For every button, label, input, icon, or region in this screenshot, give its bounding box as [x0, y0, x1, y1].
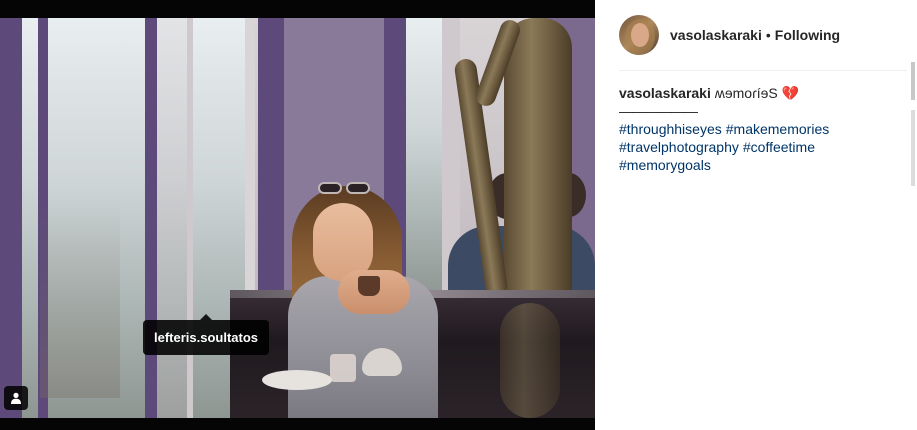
- hashtag-link[interactable]: #throughhiseyes: [619, 121, 722, 137]
- table-reflection: [500, 303, 560, 418]
- sunglasses: [318, 182, 372, 196]
- saucer: [262, 370, 332, 390]
- reflection: [40, 198, 120, 398]
- hashtag-list: #throughhiseyes #makememories #travelphot…: [619, 120, 905, 174]
- user-tag-tooltip[interactable]: lefteris.soultatos: [143, 314, 270, 355]
- tree-trunk: [504, 18, 572, 318]
- caption-username-link[interactable]: vasolaskaraki: [619, 85, 711, 101]
- header-username-link[interactable]: vasolaskaraki: [670, 27, 762, 43]
- hashtag-link[interactable]: #travelphotography: [619, 139, 739, 155]
- scrollbar[interactable]: [911, 62, 915, 186]
- window-frame: [0, 18, 22, 418]
- hashtag-link[interactable]: #makememories: [726, 121, 829, 137]
- window-glass: [157, 18, 187, 418]
- hashtag-link[interactable]: #memorygoals: [619, 157, 711, 173]
- header-separator: •: [765, 27, 771, 43]
- post-photo[interactable]: [0, 18, 595, 418]
- tag-toggle-button[interactable]: [4, 386, 28, 410]
- post-header: vasolaskaraki • Following: [619, 10, 905, 60]
- post-media-pane: lefteris.soultatos: [0, 0, 595, 430]
- caption-rule: ——————: [619, 103, 698, 119]
- hashtag-link[interactable]: #coffeetime: [743, 139, 815, 155]
- glass-cup: [330, 354, 356, 382]
- following-button[interactable]: Following: [775, 27, 840, 43]
- person-icon: [11, 392, 21, 404]
- caption: vasolaskaraki ʍɘmoɾíɘS 💔 ——————: [619, 84, 905, 120]
- header-text: vasolaskaraki • Following: [670, 27, 840, 43]
- header-divider: [619, 70, 907, 71]
- window-glass-right: [406, 18, 442, 298]
- window-frame: [145, 18, 157, 418]
- avatar[interactable]: [619, 15, 659, 55]
- post-details-panel: vasolaskaraki • Following vasolaskaraki ʍɘ…: [595, 0, 917, 430]
- tagged-username[interactable]: lefteris.soultatos: [154, 330, 258, 345]
- caption-text: ʍɘmoɾíɘS 💔: [714, 85, 800, 101]
- coffee-cup: [358, 276, 380, 296]
